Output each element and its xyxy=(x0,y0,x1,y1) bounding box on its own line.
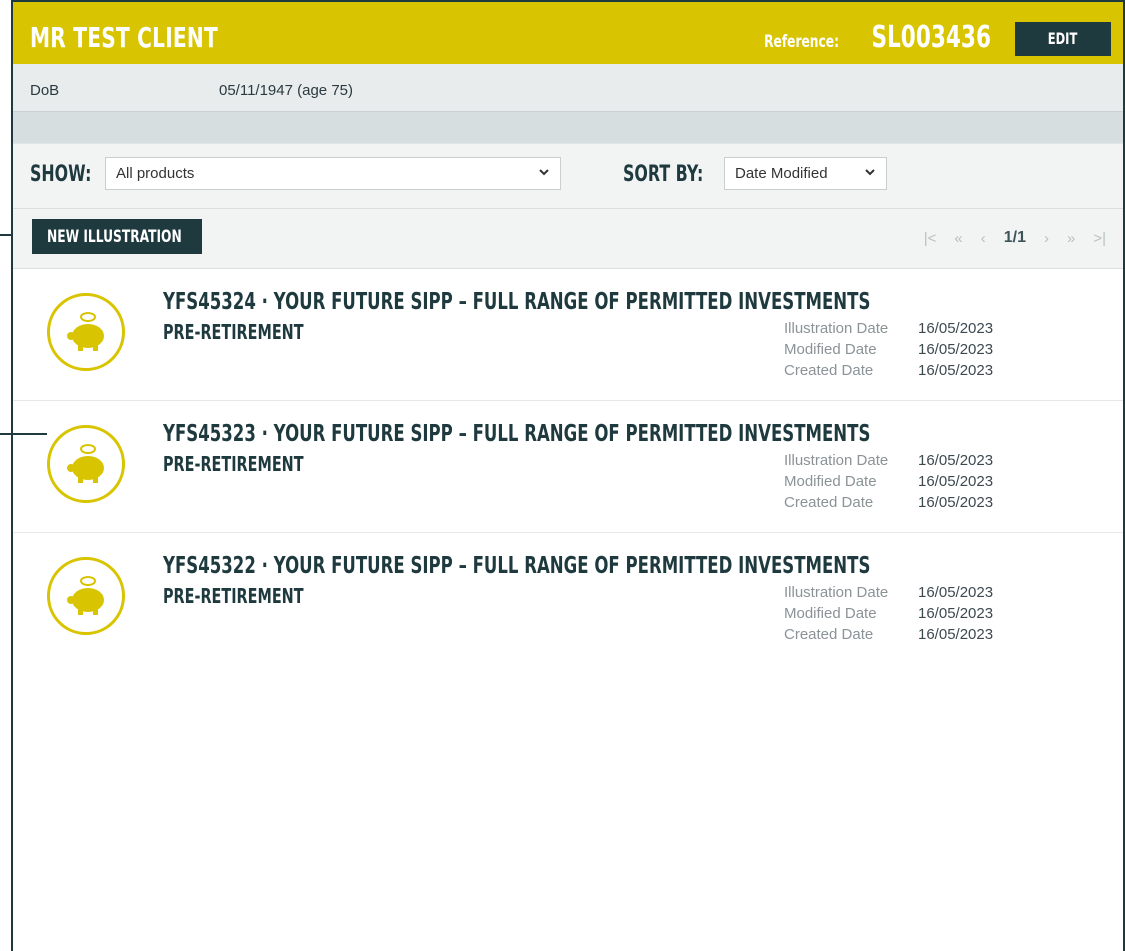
created-date-label: Created Date xyxy=(784,626,874,643)
action-row: NEW ILLUSTRATION |< « ‹ 1/1 › » >| xyxy=(13,209,1123,269)
modified-date-label: Modified Date xyxy=(784,605,877,622)
illustration-date: 16/05/2023 xyxy=(918,320,994,337)
page-indicator: 1/1 xyxy=(1003,229,1026,246)
illustration-date-label: Illustration Date xyxy=(784,584,889,601)
item-title: YFS45323 · YOUR FUTURE SIPP – FULL RANGE… xyxy=(163,421,871,447)
reference: Reference: SL003436 xyxy=(735,20,991,55)
item-meta: Illustration Date 16/05/2023 Modified Dat… xyxy=(784,450,993,513)
prev-pages-button[interactable]: « xyxy=(954,230,962,247)
sort-label: SORT BY: xyxy=(623,162,704,187)
next-pages-button[interactable]: » xyxy=(1067,230,1075,247)
dob-value: 05/11/1947 (age 75) xyxy=(219,82,353,99)
modified-date-label: Modified Date xyxy=(784,341,877,358)
created-date-label: Created Date xyxy=(784,362,874,379)
item-title: YFS45322 · YOUR FUTURE SIPP – FULL RANGE… xyxy=(163,553,871,579)
item-title: YFS45324 · YOUR FUTURE SIPP – FULL RANGE… xyxy=(163,289,871,315)
show-select[interactable]: All products xyxy=(105,157,561,190)
client-header: MR TEST CLIENT Reference: SL003436 EDIT xyxy=(13,2,1123,64)
illustration-date-label: Illustration Date xyxy=(784,452,889,469)
created-date: 16/05/2023 xyxy=(918,626,994,643)
divider-bar xyxy=(13,112,1123,143)
created-date: 16/05/2023 xyxy=(918,362,994,379)
piggy-bank-icon xyxy=(47,293,125,371)
modified-date: 16/05/2023 xyxy=(918,473,994,490)
dob-row: DoB 05/11/1947 (age 75) xyxy=(13,64,1123,112)
item-meta: Illustration Date 16/05/2023 Modified Dat… xyxy=(784,318,993,381)
piggy-bank-icon xyxy=(47,557,125,635)
modified-date: 16/05/2023 xyxy=(918,341,994,358)
first-page-button[interactable]: |< xyxy=(924,230,937,247)
item-subtitle: PRE-RETIREMENT xyxy=(163,452,304,476)
show-selected-value: All products xyxy=(116,165,195,182)
pagination: |< « ‹ 1/1 › » >| xyxy=(915,229,1115,247)
filter-row: SHOW: All products SORT BY: Date Modifie… xyxy=(13,143,1123,209)
next-button[interactable]: › xyxy=(1044,230,1049,247)
illustration-item[interactable]: YFS45324 · YOUR FUTURE SIPP – FULL RANGE… xyxy=(13,269,1123,401)
client-name: MR TEST CLIENT xyxy=(30,21,218,54)
reference-value: SL003436 xyxy=(871,20,991,55)
modified-date: 16/05/2023 xyxy=(918,605,994,622)
item-subtitle: PRE-RETIREMENT xyxy=(163,320,304,344)
piggy-bank-icon xyxy=(47,425,125,503)
sort-selected-value: Date Modified xyxy=(735,165,828,182)
illustration-date: 16/05/2023 xyxy=(918,452,994,469)
item-meta: Illustration Date 16/05/2023 Modified Dat… xyxy=(784,582,993,645)
new-illustration-button[interactable]: NEW ILLUSTRATION xyxy=(32,219,202,254)
created-date: 16/05/2023 xyxy=(918,494,994,511)
edit-button[interactable]: EDIT xyxy=(1015,22,1111,56)
illustration-date: 16/05/2023 xyxy=(918,584,994,601)
dob-label: DoB xyxy=(30,82,60,99)
last-page-button[interactable]: >| xyxy=(1093,230,1106,247)
prev-button[interactable]: ‹ xyxy=(981,230,986,247)
sort-select[interactable]: Date Modified xyxy=(724,157,887,190)
chevron-down-icon xyxy=(539,169,549,176)
item-subtitle: PRE-RETIREMENT xyxy=(163,584,304,608)
reference-label: Reference: xyxy=(763,32,839,52)
modified-date-label: Modified Date xyxy=(784,473,877,490)
new-illustration-label: NEW ILLUSTRATION xyxy=(47,226,182,247)
illustration-item[interactable]: YFS45322 · YOUR FUTURE SIPP – FULL RANGE… xyxy=(13,533,1123,665)
connector-line-middle xyxy=(0,433,47,435)
illustration-item[interactable]: YFS45323 · YOUR FUTURE SIPP – FULL RANGE… xyxy=(13,401,1123,533)
edit-button-label: EDIT xyxy=(1048,29,1078,48)
client-panel: MR TEST CLIENT Reference: SL003436 EDIT … xyxy=(11,0,1125,951)
show-label: SHOW: xyxy=(30,162,92,187)
created-date-label: Created Date xyxy=(784,494,874,511)
chevron-down-icon xyxy=(865,169,875,176)
illustration-date-label: Illustration Date xyxy=(784,320,889,337)
